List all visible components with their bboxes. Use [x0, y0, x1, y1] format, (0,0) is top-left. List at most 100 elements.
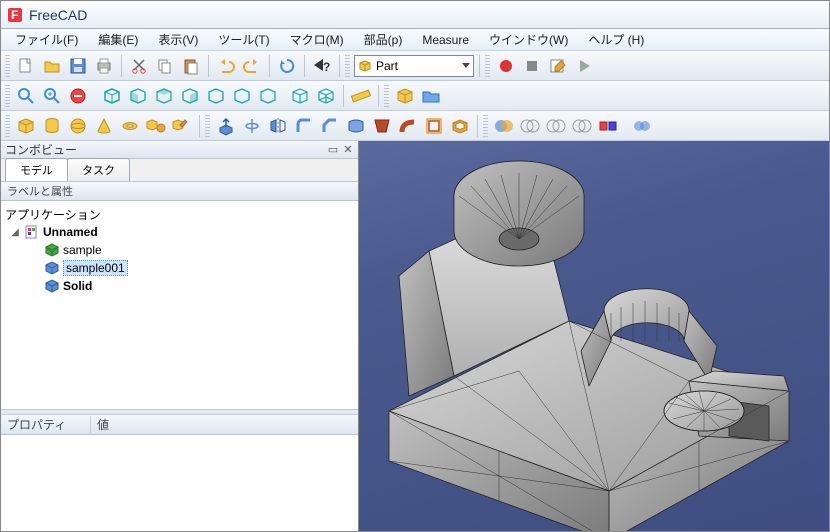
toolbar-part — [1, 111, 829, 141]
menu-view[interactable]: 表示(V) — [148, 29, 208, 50]
toolbar-grip[interactable] — [5, 55, 10, 77]
copy-button[interactable] — [153, 54, 177, 78]
view-top-button[interactable] — [152, 84, 176, 108]
print-button[interactable] — [92, 54, 116, 78]
undo-button[interactable] — [214, 54, 238, 78]
part-mirror-button[interactable] — [266, 114, 290, 138]
view-front-button[interactable] — [126, 84, 150, 108]
redo-button[interactable] — [240, 54, 264, 78]
tab-model[interactable]: モデル — [5, 158, 68, 181]
prop-col-name: プロパティ — [1, 416, 91, 433]
tree-item[interactable]: sample — [1, 241, 358, 259]
paste-button[interactable] — [179, 54, 203, 78]
common-button[interactable] — [570, 114, 594, 138]
tab-tasks[interactable]: タスク — [67, 158, 130, 181]
view-wire2-button[interactable] — [314, 84, 338, 108]
part-sweep-button[interactable] — [396, 114, 420, 138]
document-icon — [24, 224, 40, 240]
app-icon: F — [7, 7, 23, 23]
solid-icon — [44, 278, 60, 294]
part-wb-button[interactable] — [393, 84, 417, 108]
panel-close-icon[interactable]: ✕ — [342, 144, 354, 156]
menu-part[interactable]: 部品(p) — [354, 29, 413, 50]
mesh-render — [359, 141, 829, 531]
menubar: ファイル(F) 編集(E) 表示(V) ツール(T) マクロ(M) 部品(p) … — [1, 29, 829, 51]
workbench-selector[interactable]: Part — [354, 55, 474, 77]
view-bottom-button[interactable] — [230, 84, 254, 108]
toolbar-grip[interactable] — [345, 55, 350, 77]
zoom-sel-button[interactable] — [40, 84, 64, 108]
open-button[interactable] — [40, 54, 64, 78]
macro-edit-button[interactable] — [546, 54, 570, 78]
part-builder-button[interactable] — [170, 114, 194, 138]
view-iso-button[interactable] — [100, 84, 124, 108]
mesh-icon — [44, 260, 60, 276]
property-header: プロパティ 値 — [1, 415, 358, 435]
new-button[interactable] — [14, 54, 38, 78]
part-chamfer-button[interactable] — [318, 114, 342, 138]
part-cylinder-button[interactable] — [40, 114, 64, 138]
draw-style-button[interactable] — [66, 84, 90, 108]
menu-macro[interactable]: マクロ(M) — [280, 29, 354, 50]
view-right-button[interactable] — [178, 84, 202, 108]
toolbar-file: ? Part — [1, 51, 829, 81]
part-box-button[interactable] — [14, 114, 38, 138]
part-fillet-button[interactable] — [292, 114, 316, 138]
tree-view[interactable]: アプリケーション ◢ Unnamed sample sample001 Soli… — [1, 201, 358, 409]
measure-button[interactable] — [349, 84, 373, 108]
workbench-label: Part — [376, 59, 398, 73]
toolbar-grip[interactable] — [384, 85, 389, 107]
tree-root[interactable]: アプリケーション — [1, 205, 358, 223]
boolean-button[interactable] — [492, 114, 516, 138]
property-area[interactable] — [1, 435, 358, 531]
cut-bool-button[interactable] — [518, 114, 542, 138]
cut-button[interactable] — [127, 54, 151, 78]
menu-edit[interactable]: 編集(E) — [88, 29, 148, 50]
view-wire1-button[interactable] — [288, 84, 312, 108]
toolbar-grip[interactable] — [485, 55, 490, 77]
3d-viewport[interactable] — [359, 141, 829, 531]
menu-window[interactable]: ウインドウ(W) — [479, 29, 578, 50]
join-connect-button[interactable] — [596, 114, 620, 138]
part-wb-icon — [358, 59, 372, 73]
part-cone-button[interactable] — [92, 114, 116, 138]
toolbar-grip[interactable] — [5, 85, 10, 107]
part-sphere-button[interactable] — [66, 114, 90, 138]
save-button[interactable] — [66, 54, 90, 78]
part-extrude-button[interactable] — [214, 114, 238, 138]
tree-document[interactable]: ◢ Unnamed — [1, 223, 358, 241]
part-ruled-button[interactable] — [344, 114, 368, 138]
menu-tools[interactable]: ツール(T) — [208, 29, 279, 50]
compound-button[interactable] — [630, 114, 654, 138]
part-thickness-button[interactable] — [448, 114, 472, 138]
menu-file[interactable]: ファイル(F) — [5, 29, 88, 50]
macro-record-button[interactable] — [494, 54, 518, 78]
tree-item[interactable]: Solid — [1, 277, 358, 295]
toolbar-grip[interactable] — [483, 115, 488, 137]
menu-help[interactable]: ヘルプ (H) — [578, 29, 654, 50]
macro-run-button[interactable] — [572, 54, 596, 78]
whats-this-button[interactable]: ? — [310, 54, 334, 78]
expand-icon[interactable]: ◢ — [9, 227, 21, 238]
tree-item[interactable]: sample001 — [1, 259, 358, 277]
view-rear-button[interactable] — [204, 84, 228, 108]
toolbar-grip[interactable] — [5, 115, 10, 137]
titlebar: F FreeCAD — [1, 1, 829, 29]
part-revolve-button[interactable] — [240, 114, 264, 138]
group-button[interactable] — [419, 84, 443, 108]
tree-header: ラベルと属性 — [1, 181, 358, 201]
refresh-button[interactable] — [275, 54, 299, 78]
mesh-icon — [44, 242, 60, 258]
part-offset-button[interactable] — [422, 114, 446, 138]
view-left-button[interactable] — [256, 84, 280, 108]
zoom-fit-button[interactable] — [14, 84, 38, 108]
menu-measure[interactable]: Measure — [412, 31, 479, 49]
toolbar-grip[interactable] — [205, 115, 210, 137]
combo-tabs: モデル タスク — [1, 159, 358, 181]
fuse-button[interactable] — [544, 114, 568, 138]
part-loft-button[interactable] — [370, 114, 394, 138]
part-primitives-button[interactable] — [144, 114, 168, 138]
macro-stop-button[interactable] — [520, 54, 544, 78]
panel-float-icon[interactable]: ▭ — [327, 144, 339, 156]
part-torus-button[interactable] — [118, 114, 142, 138]
